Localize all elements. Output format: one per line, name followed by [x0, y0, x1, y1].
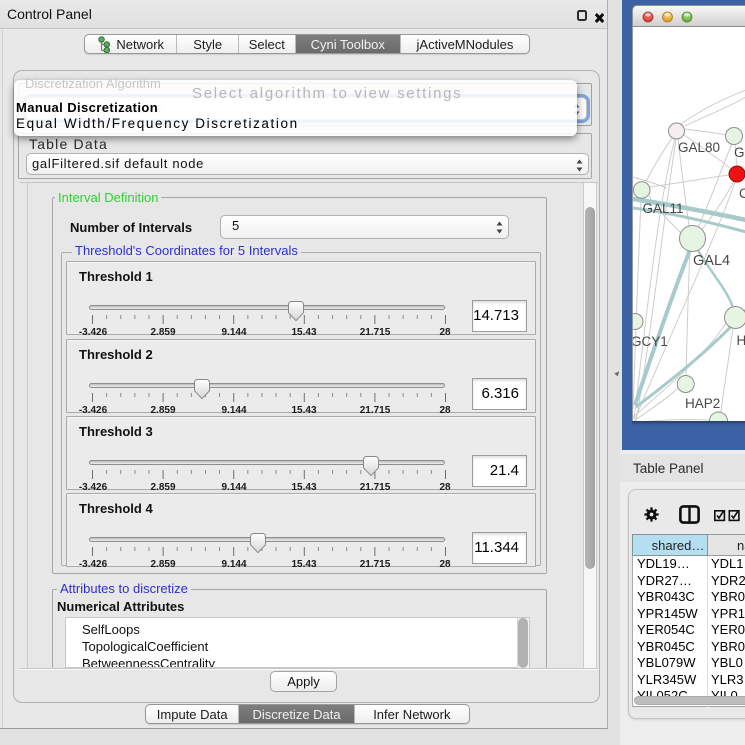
svg-text:GAL11: GAL11 — [643, 201, 684, 216]
svg-text:G.: G. — [734, 145, 745, 160]
svg-text:GAL4: GAL4 — [693, 253, 730, 269]
svg-text:H: H — [737, 333, 745, 348]
svg-text:GAL80: GAL80 — [678, 140, 720, 155]
svg-text:C: C — [739, 186, 745, 201]
svg-text:HAP2: HAP2 — [685, 396, 720, 411]
svg-text:GCY1: GCY1 — [633, 334, 668, 349]
